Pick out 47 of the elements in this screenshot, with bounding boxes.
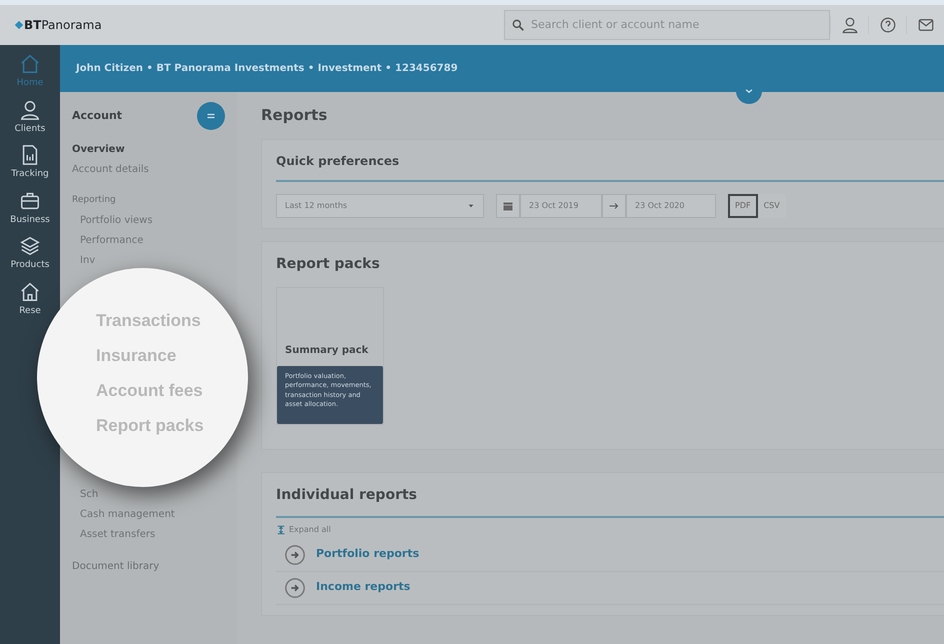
nav-item[interactable]: Products <box>10 233 50 274</box>
mail-icon[interactable] <box>916 16 934 34</box>
menu-item[interactable]: Cash management <box>80 508 175 520</box>
period-dropdown[interactable]: Last 12 months <box>276 194 484 218</box>
arrow-circle-icon <box>284 544 306 566</box>
menu-heading[interactable]: Overview <box>72 142 125 157</box>
nav-item[interactable]: Business <box>10 188 50 229</box>
person-icon[interactable] <box>840 16 858 34</box>
section-title: Report packs <box>276 254 381 274</box>
menu-item[interactable]: Inv <box>80 254 96 266</box>
logo-text: BTPanorama <box>24 17 102 34</box>
search-field[interactable]: Search client or account name <box>504 10 830 40</box>
caret-icon <box>467 202 475 210</box>
card-title: Summary pack <box>284 344 370 358</box>
menu-item[interactable]: Account details <box>72 164 149 176</box>
menu-item[interactable]: Performance <box>80 234 144 246</box>
date-field[interactable]: 23 Oct 2019 <box>520 194 602 218</box>
help-icon[interactable] <box>878 16 896 34</box>
menu-heading[interactable]: Document library <box>72 558 160 574</box>
layers-icon <box>19 235 41 257</box>
section-title: Quick preferences <box>276 152 400 170</box>
nav-item[interactable]: Tracking <box>11 142 49 184</box>
search-icon <box>511 18 525 32</box>
format-button[interactable]: PDF <box>728 194 758 218</box>
page-title: Reports <box>261 105 328 126</box>
home-icon <box>18 53 41 75</box>
dropdown-value: Last 12 months <box>285 200 348 212</box>
menu-item[interactable]: Asset transfers <box>80 528 156 540</box>
menu-title: Account <box>72 108 122 124</box>
nav-item[interactable]: Home <box>16 51 44 92</box>
building-icon <box>19 280 41 302</box>
calendar-icon <box>502 200 514 212</box>
expand-all-link[interactable]: Expand all <box>276 524 331 536</box>
section-title: Individual reports <box>276 486 418 504</box>
nav-item[interactable]: Rese <box>19 278 41 320</box>
menu-heading[interactable]: Reporting <box>72 194 116 208</box>
report-group-link[interactable]: Income reports <box>276 572 944 604</box>
expand-icon <box>276 524 286 534</box>
menu-item[interactable]: Portfolio views <box>80 214 153 226</box>
menu-item[interactable]: Sch <box>80 488 98 500</box>
person-icon <box>19 98 41 120</box>
report-group-link[interactable]: Portfolio reports <box>276 538 944 572</box>
date-field[interactable]: 23 Oct 2020 <box>626 194 716 218</box>
account-banner-text: John Citizen • BT Panorama Investments • Investment • 123456789 <box>76 62 458 76</box>
nav-item[interactable]: Clients <box>14 96 46 138</box>
diamond-icon <box>14 20 24 30</box>
arrow-circle-icon <box>284 576 306 598</box>
